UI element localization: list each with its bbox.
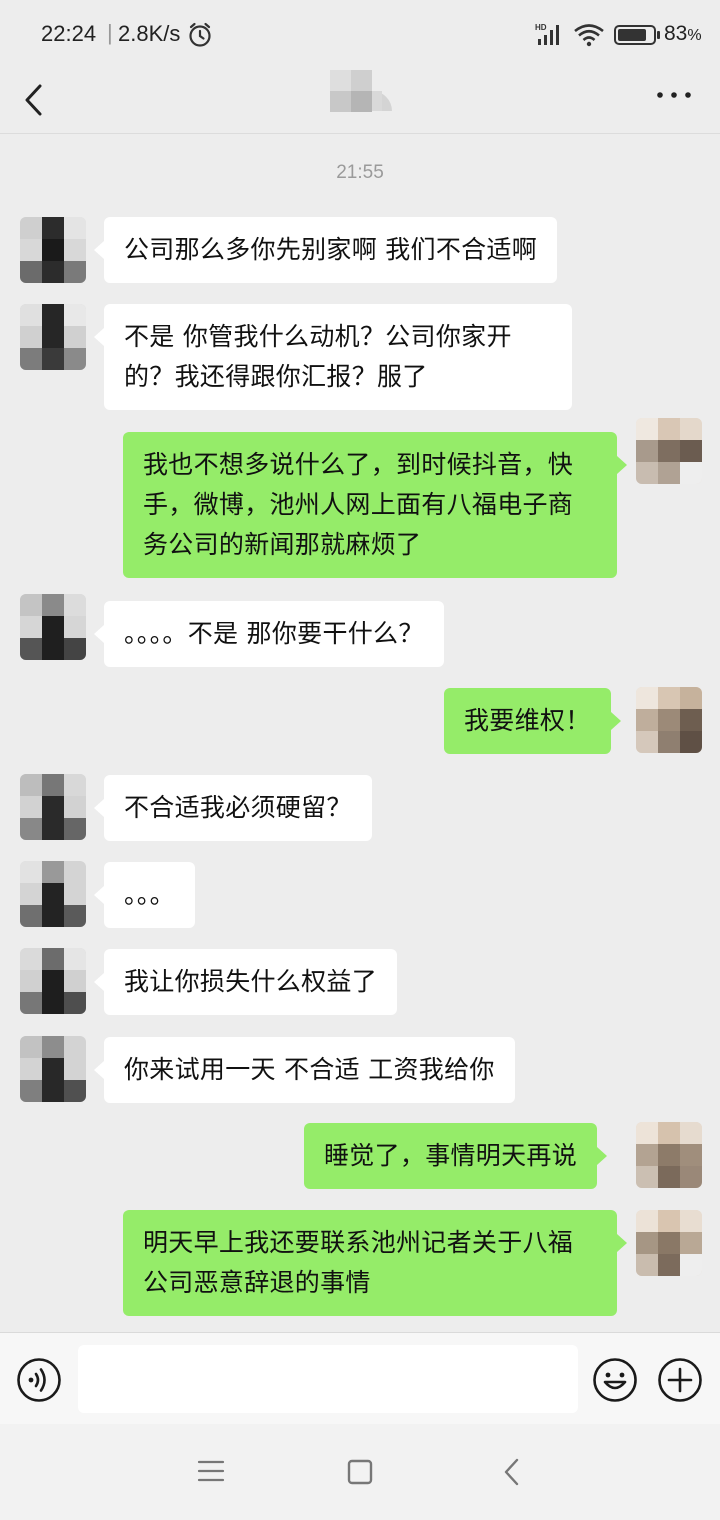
contact-name-redacted (330, 70, 392, 112)
message-bubble-received[interactable]: 你来试用一天 不合适 工资我给你 (94, 1037, 515, 1103)
chat-header (0, 68, 720, 134)
my-avatar[interactable] (636, 1122, 702, 1188)
status-bar: 22:24 | 2.8K/s HD 83% (0, 0, 720, 68)
alarm-icon (189, 22, 211, 47)
contact-avatar[interactable] (20, 774, 86, 840)
message-bubble-received[interactable]: 我让你损失什么权益了 (93, 949, 398, 1015)
plus-icon[interactable] (657, 1357, 703, 1403)
voice-icon[interactable] (16, 1357, 62, 1403)
message-bubble-received[interactable]: 。。。。不是 那你要干什么？ (94, 601, 444, 667)
contact-avatar[interactable] (20, 594, 86, 660)
message-bubble-received[interactable]: 不合适我必须硬留？ (94, 775, 372, 841)
message-bubble-sent[interactable]: 我也不想多说什么了，到时候抖音，快手，微博，池州人网上面有八福电子商务公司的新闻… (123, 432, 627, 578)
my-avatar[interactable] (636, 1210, 702, 1276)
my-avatar[interactable] (636, 687, 702, 753)
network-speed: 2.8K/s (118, 21, 181, 46)
back-icon[interactable] (498, 1456, 526, 1488)
message-bubble-sent[interactable]: 明天早上我还要联系池州记者关于八福公司恶意辞退的事情 (123, 1210, 627, 1316)
emoji-icon[interactable] (592, 1357, 638, 1403)
chat-area[interactable]: 21:55 公司那么多你先别家啊 我们不合适啊 不是 你管我什么动机？公司你家开… (0, 134, 720, 1332)
message-input-bar (0, 1332, 720, 1424)
contact-avatar[interactable] (20, 304, 86, 370)
svg-text:HD: HD (535, 23, 547, 32)
wifi-icon (574, 24, 604, 47)
more-icon[interactable] (654, 82, 694, 108)
my-avatar[interactable] (636, 418, 702, 484)
message-bubble-sent[interactable]: 我要维权！ (444, 688, 621, 754)
back-arrow-icon[interactable] (18, 78, 48, 122)
contact-avatar[interactable] (20, 948, 86, 1014)
home-icon[interactable] (346, 1458, 374, 1486)
contact-avatar[interactable] (20, 217, 86, 283)
status-separator: | (107, 20, 113, 45)
hd-signal-icon: HD (535, 23, 559, 45)
message-bubble-received[interactable]: 。。。 (94, 862, 195, 928)
contact-avatar[interactable] (20, 1036, 86, 1102)
menu-icon[interactable] (196, 1458, 226, 1484)
message-input[interactable] (78, 1345, 578, 1413)
contact-avatar[interactable] (20, 861, 86, 927)
message-bubble-received[interactable]: 不是 你管我什么动机？公司你家开的？我还得跟你汇报？服了 (94, 304, 572, 410)
battery-icon (614, 25, 660, 45)
message-bubble-received[interactable]: 公司那么多你先别家啊 我们不合适啊 (93, 217, 558, 283)
message-bubble-sent[interactable]: 睡觉了，事情明天再说 (304, 1123, 608, 1189)
status-time: 22:24 (41, 21, 97, 46)
battery-percent: 83% (664, 22, 702, 45)
message-timestamp: 21:55 (336, 162, 384, 183)
system-navigation-bar (0, 1424, 720, 1520)
